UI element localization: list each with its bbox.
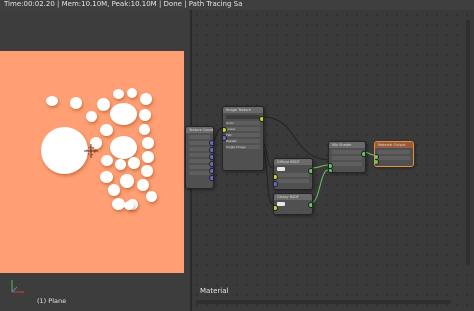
image-selector[interactable] — [226, 115, 260, 119]
node-glossy-bsdf[interactable]: Glossy BSDF — [273, 193, 313, 215]
node-material-output[interactable]: Material Output — [374, 141, 414, 167]
node-title: Glossy BSDF — [274, 194, 312, 200]
node-option[interactable]: Linear — [226, 127, 260, 131]
node-image-texture[interactable]: Image Texture Color Linear Flat Repeat S… — [222, 106, 264, 171]
node-option[interactable]: Color — [226, 121, 260, 125]
node-mix-shader[interactable]: Mix Shader — [328, 141, 366, 173]
node-option[interactable]: Repeat — [226, 139, 260, 143]
node-option[interactable]: Single Image — [226, 145, 260, 149]
node-diffuse-bsdf[interactable]: Diffuse BSDF — [273, 158, 313, 190]
node-title: Texture Coordinate — [186, 127, 213, 133]
node-title: Mix Shader — [329, 142, 365, 148]
node-title: Image Texture — [223, 107, 263, 113]
node-option[interactable]: Flat — [226, 133, 260, 137]
node-texture-coordinate[interactable]: Texture Coordinate — [185, 126, 214, 189]
node-title: Diffuse BSDF — [274, 159, 312, 165]
node-title: Material Output — [375, 142, 413, 148]
